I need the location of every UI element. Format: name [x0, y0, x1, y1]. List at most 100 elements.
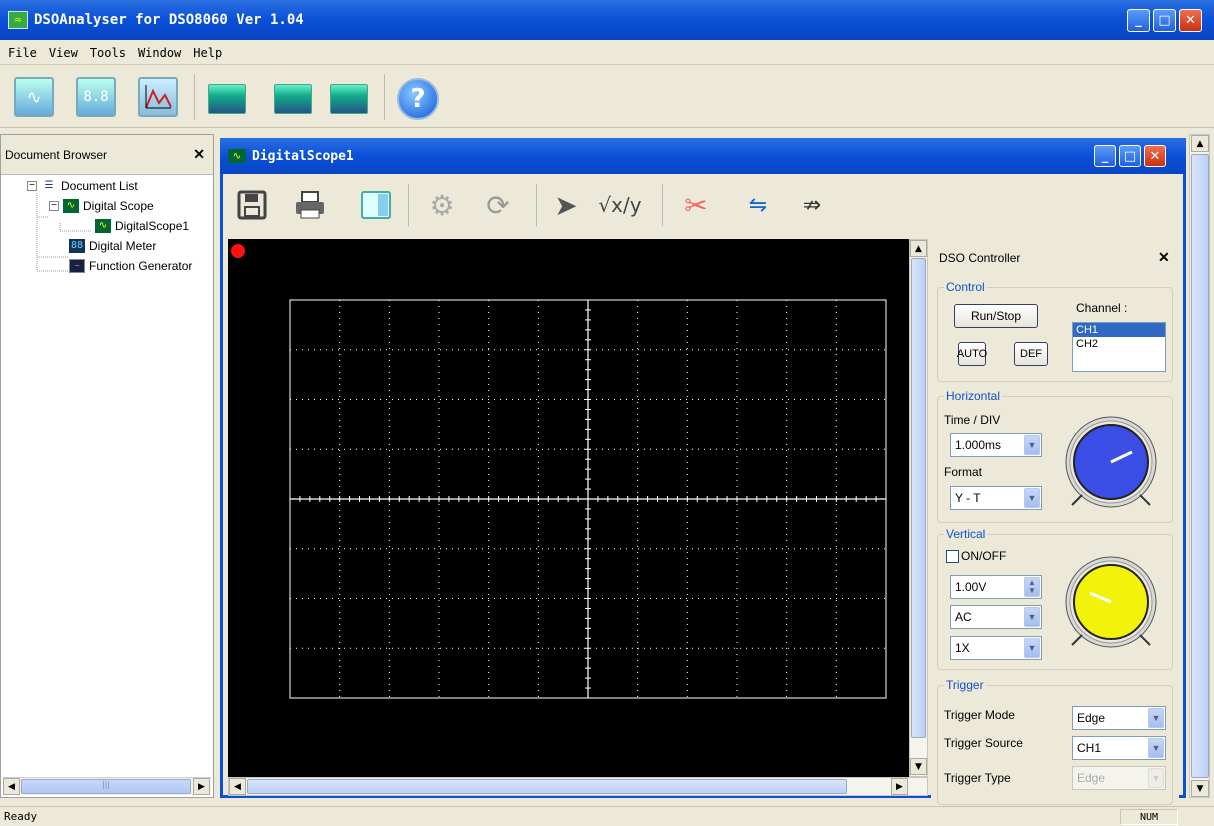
chevron-down-icon[interactable]: ▼ — [1148, 738, 1164, 758]
scope-icon: ∿ — [95, 219, 111, 233]
child-maximize-button[interactable]: □ — [1119, 145, 1141, 167]
function-generator-tool-icon[interactable] — [138, 77, 178, 117]
settings-gears-icon[interactable]: ⚙ — [422, 184, 462, 226]
auto-button[interactable]: AUTO — [957, 342, 987, 366]
main-vscrollbar[interactable]: ▲ ▼ — [1189, 134, 1210, 798]
scope-grid — [289, 299, 887, 699]
channel-option-ch1[interactable]: CH1 — [1073, 323, 1165, 337]
volts-div-knob[interactable] — [1064, 555, 1158, 649]
trigger-group-title: Trigger — [944, 678, 986, 692]
scroll-left-icon[interactable]: ◀ — [3, 778, 20, 795]
def-button[interactable]: DEF — [1014, 342, 1048, 366]
chevron-down-icon[interactable]: ▼ — [1148, 768, 1164, 788]
probe-value: 1X — [955, 641, 970, 655]
document-browser-panel: Document Browser ✕ − ☰ Document List − ∿… — [0, 134, 214, 798]
tools-icon[interactable]: ✂ — [676, 184, 716, 226]
refresh-icon[interactable]: ⟳ — [478, 184, 518, 226]
child-close-button[interactable]: ✕ — [1144, 145, 1166, 167]
trigger-group: Trigger Trigger Mode Edge ▼ Trigger Sour… — [937, 678, 1173, 805]
tree-label: Function Generator — [89, 259, 193, 273]
scroll-down-icon[interactable]: ▼ — [1191, 780, 1209, 797]
close-icon[interactable]: ✕ — [1158, 249, 1170, 266]
digital-meter-tool-icon[interactable]: 8.8 — [76, 77, 116, 117]
cascade-windows-icon[interactable] — [208, 84, 246, 114]
minimize-button[interactable]: _ — [1127, 9, 1150, 32]
save-icon[interactable] — [232, 184, 272, 226]
trigger-source-select[interactable]: CH1 ▼ — [1072, 736, 1166, 760]
horizontal-group: Horizontal Time / DIV 1.000ms ▼ Format Y… — [937, 389, 1173, 523]
document-browser-header: Document Browser ✕ — [1, 135, 213, 175]
time-div-knob[interactable] — [1064, 415, 1158, 509]
menu-view[interactable]: View — [49, 46, 78, 60]
scroll-thumb[interactable] — [247, 779, 847, 794]
tile-horizontal-icon[interactable] — [274, 84, 312, 114]
print-icon[interactable] — [290, 184, 330, 226]
scroll-thumb[interactable] — [1191, 154, 1209, 778]
scroll-down-icon[interactable]: ▼ — [910, 758, 927, 775]
status-bar: Ready NUM — [0, 806, 1214, 826]
math-icon[interactable]: √x/y — [598, 184, 641, 226]
time-div-select[interactable]: 1.000ms ▼ — [950, 433, 1042, 457]
cursor-icon[interactable]: ➤ — [546, 184, 586, 226]
menu-file[interactable]: File — [8, 46, 37, 60]
close-icon[interactable]: ✕ — [193, 146, 205, 163]
chevron-down-icon[interactable]: ▼ — [1024, 488, 1040, 508]
scope-vscrollbar[interactable]: ▲ ▼ — [909, 239, 928, 777]
tree-node-digitalscope1[interactable]: ∿ DigitalScope1 — [95, 219, 189, 233]
scroll-thumb[interactable] — [911, 258, 926, 738]
trigger-source-label: Trigger Source — [944, 736, 1023, 750]
scroll-right-icon[interactable]: ▶ — [891, 778, 908, 795]
run-stop-button[interactable]: Run/Stop — [954, 304, 1038, 328]
volts-div-value: 1.00V — [955, 580, 987, 594]
scroll-right-icon[interactable]: ▶ — [193, 778, 210, 795]
tree-label: Digital Meter — [89, 239, 157, 253]
control-group-title: Control — [944, 280, 987, 294]
tile-vertical-icon[interactable] — [330, 84, 368, 114]
channel-option-ch2[interactable]: CH2 — [1073, 337, 1165, 351]
child-window-title: DigitalScope1 — [252, 148, 354, 164]
chevron-down-icon[interactable]: ▼ — [1148, 708, 1164, 728]
channel-listbox[interactable]: CH1 CH2 — [1072, 322, 1166, 372]
doc-browser-hscrollbar[interactable]: ◀ ||| ▶ — [3, 777, 211, 795]
usb-connect-icon[interactable]: ⇋ — [738, 184, 778, 226]
format-value: Y - T — [955, 491, 981, 505]
scroll-left-icon[interactable]: ◀ — [229, 778, 246, 795]
coupling-select[interactable]: AC ▼ — [950, 605, 1042, 629]
digital-scope-tool-icon[interactable]: ∿ — [14, 77, 54, 117]
volts-div-spinner[interactable]: 1.00V ▲ ▼ — [950, 575, 1042, 599]
panel-toggle-icon[interactable] — [356, 184, 396, 226]
scope-hscrollbar[interactable]: ◀ ▶ — [228, 777, 928, 796]
trigger-mode-value: Edge — [1077, 711, 1106, 725]
help-icon[interactable]: ? — [397, 78, 439, 120]
chevron-down-icon[interactable]: ▼ — [1024, 638, 1040, 658]
probe-select[interactable]: 1X ▼ — [950, 636, 1042, 660]
trigger-source-value: CH1 — [1077, 741, 1102, 755]
scope-icon: ∿ — [228, 149, 246, 163]
child-minimize-button[interactable]: _ — [1094, 145, 1116, 167]
scroll-up-icon[interactable]: ▲ — [910, 240, 927, 257]
status-text: Ready — [4, 810, 38, 823]
trigger-type-value: Edge — [1077, 771, 1106, 785]
menu-tools[interactable]: Tools — [90, 46, 126, 60]
menu-help[interactable]: Help — [193, 46, 222, 60]
scroll-thumb[interactable]: ||| — [21, 779, 191, 794]
on-off-label: ON/OFF — [961, 549, 1007, 563]
tree-label: DigitalScope1 — [115, 219, 190, 233]
menu-window[interactable]: Window — [138, 46, 181, 60]
scope-display[interactable] — [228, 239, 909, 777]
maximize-button[interactable]: □ — [1153, 9, 1176, 32]
close-button[interactable]: ✕ — [1179, 9, 1202, 32]
trigger-mode-select[interactable]: Edge ▼ — [1072, 706, 1166, 730]
chevron-down-icon[interactable]: ▼ — [1024, 435, 1040, 455]
on-off-checkbox[interactable] — [946, 550, 959, 563]
tree-label: Digital Scope — [83, 199, 154, 213]
usb-disconnect-icon[interactable]: ⇏ — [792, 184, 832, 226]
vertical-group: Vertical ON/OFF 1.00V ▲ ▼ AC ▼ 1X ▼ — [937, 527, 1173, 670]
spinner-arrows-icon[interactable]: ▲ ▼ — [1024, 577, 1040, 597]
format-select[interactable]: Y - T ▼ — [950, 486, 1042, 510]
format-label: Format — [944, 465, 983, 479]
vertical-group-title: Vertical — [944, 527, 988, 541]
chevron-down-icon[interactable]: ▼ — [1024, 607, 1040, 627]
scroll-up-icon[interactable]: ▲ — [1191, 135, 1209, 152]
trigger-type-select[interactable]: Edge ▼ — [1072, 766, 1166, 790]
